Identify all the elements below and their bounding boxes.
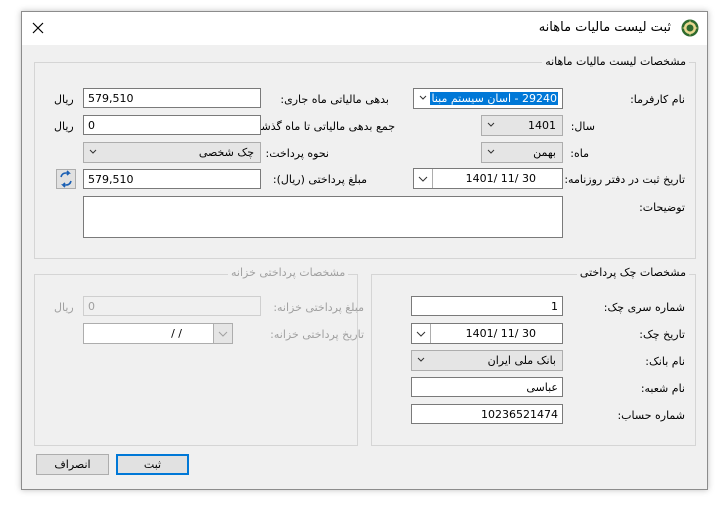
treasury-date-dropdown[interactable]: [213, 324, 232, 343]
paid-amount-label: مبلغ پرداختی (ریال):: [272, 173, 367, 186]
branch-name-input[interactable]: [411, 377, 563, 397]
cheque-serial-label: شماره سری چک:: [603, 301, 685, 314]
journal-date-label: تاریخ ثبت در دفتر روزنامه:: [564, 173, 685, 186]
treasury-amount-input[interactable]: [83, 296, 261, 316]
cheque-serial-input[interactable]: [411, 296, 563, 316]
employer-label: نام کارفرما:: [630, 93, 685, 106]
chevron-down-icon: [218, 331, 228, 337]
app-logo-icon: [681, 19, 699, 37]
bank-name-select[interactable]: بانک ملی ایران: [411, 350, 563, 371]
past-debt-input[interactable]: [83, 115, 261, 135]
description-label: توضیحات:: [639, 201, 685, 214]
current-debt-input[interactable]: [83, 88, 261, 108]
journal-date-picker[interactable]: 1401/ 11/ 30: [413, 168, 563, 189]
chevron-down-icon: [419, 95, 427, 100]
bank-name-value: بانک ملی ایران: [487, 354, 556, 367]
chevron-down-icon: [418, 176, 428, 182]
currency-unit-label: ریال: [54, 93, 74, 106]
treasury-date-picker[interactable]: / /: [83, 323, 233, 344]
chevron-down-icon: [487, 149, 495, 154]
title-bar: ثبت لیست مالیات ماهانه: [22, 12, 707, 45]
treasury-date-label: تاریخ پرداختی خزانه:: [270, 328, 364, 341]
employer-value: 29240 - اسان سیستم مبنا: [430, 92, 558, 105]
currency-unit-label: ریال: [54, 120, 74, 133]
cheque-date-picker[interactable]: 1401/ 11/ 30: [411, 323, 563, 344]
close-button[interactable]: [28, 18, 48, 38]
past-debt-label: جمع بدهی مالیاتی تا ماه گذشته:: [248, 120, 395, 133]
window-title: ثبت لیست مالیات ماهانه: [538, 20, 671, 35]
treasury-legend: مشخصات پرداختی خزانه: [228, 266, 349, 279]
month-select[interactable]: بهمن: [481, 142, 563, 163]
sync-arrows-icon: [60, 170, 72, 188]
description-textarea[interactable]: [83, 196, 563, 238]
journal-date-value: 1401/ 11/ 30: [465, 172, 536, 185]
monthly-list-legend: مشخصات لیست مالیات ماهانه: [542, 55, 689, 68]
dialog-window: ثبت لیست مالیات ماهانه مشخصات لیست مالیا…: [21, 11, 708, 490]
bank-name-label: نام بانک:: [645, 355, 685, 368]
payment-method-select[interactable]: چک شخصی: [83, 142, 261, 163]
account-number-label: شماره حساب:: [617, 409, 685, 422]
close-icon: [32, 22, 44, 34]
year-label: سال:: [570, 120, 595, 133]
chevron-down-icon: [416, 331, 426, 337]
treasury-amount-label: مبلغ پرداختی خزانه:: [273, 301, 364, 314]
chevron-down-icon: [417, 357, 425, 362]
cheque-date-value: 1401/ 11/ 30: [465, 327, 536, 340]
submit-button[interactable]: ثبت: [116, 454, 189, 475]
branch-name-label: نام شعبه:: [640, 382, 685, 395]
year-value: 1401: [528, 119, 556, 132]
cheque-date-dropdown[interactable]: [412, 324, 431, 343]
cheque-date-label: تاریخ چک:: [639, 328, 685, 341]
year-select[interactable]: 1401: [481, 115, 563, 136]
month-value: بهمن: [533, 146, 556, 159]
treasury-currency-label: ریال: [54, 301, 74, 314]
journal-date-dropdown[interactable]: [414, 169, 433, 188]
payment-method-value: چک شخصی: [198, 146, 254, 159]
employer-select[interactable]: 29240 - اسان سیستم مبنا: [413, 88, 563, 109]
account-number-input[interactable]: [411, 404, 563, 424]
chevron-down-icon: [89, 149, 97, 154]
chevron-down-icon: [487, 122, 495, 127]
paid-amount-input[interactable]: [83, 169, 261, 189]
cheque-legend: مشخصات چک پرداختی: [576, 266, 689, 279]
sync-amount-button[interactable]: [56, 169, 76, 189]
treasury-date-value: / /: [171, 327, 182, 340]
cancel-button[interactable]: انصراف: [36, 454, 109, 475]
payment-method-label: نحوه پرداخت:: [265, 147, 330, 160]
month-label: ماه:: [570, 147, 589, 160]
current-debt-label: بدهی مالیاتی ماه جاری:: [280, 93, 389, 106]
